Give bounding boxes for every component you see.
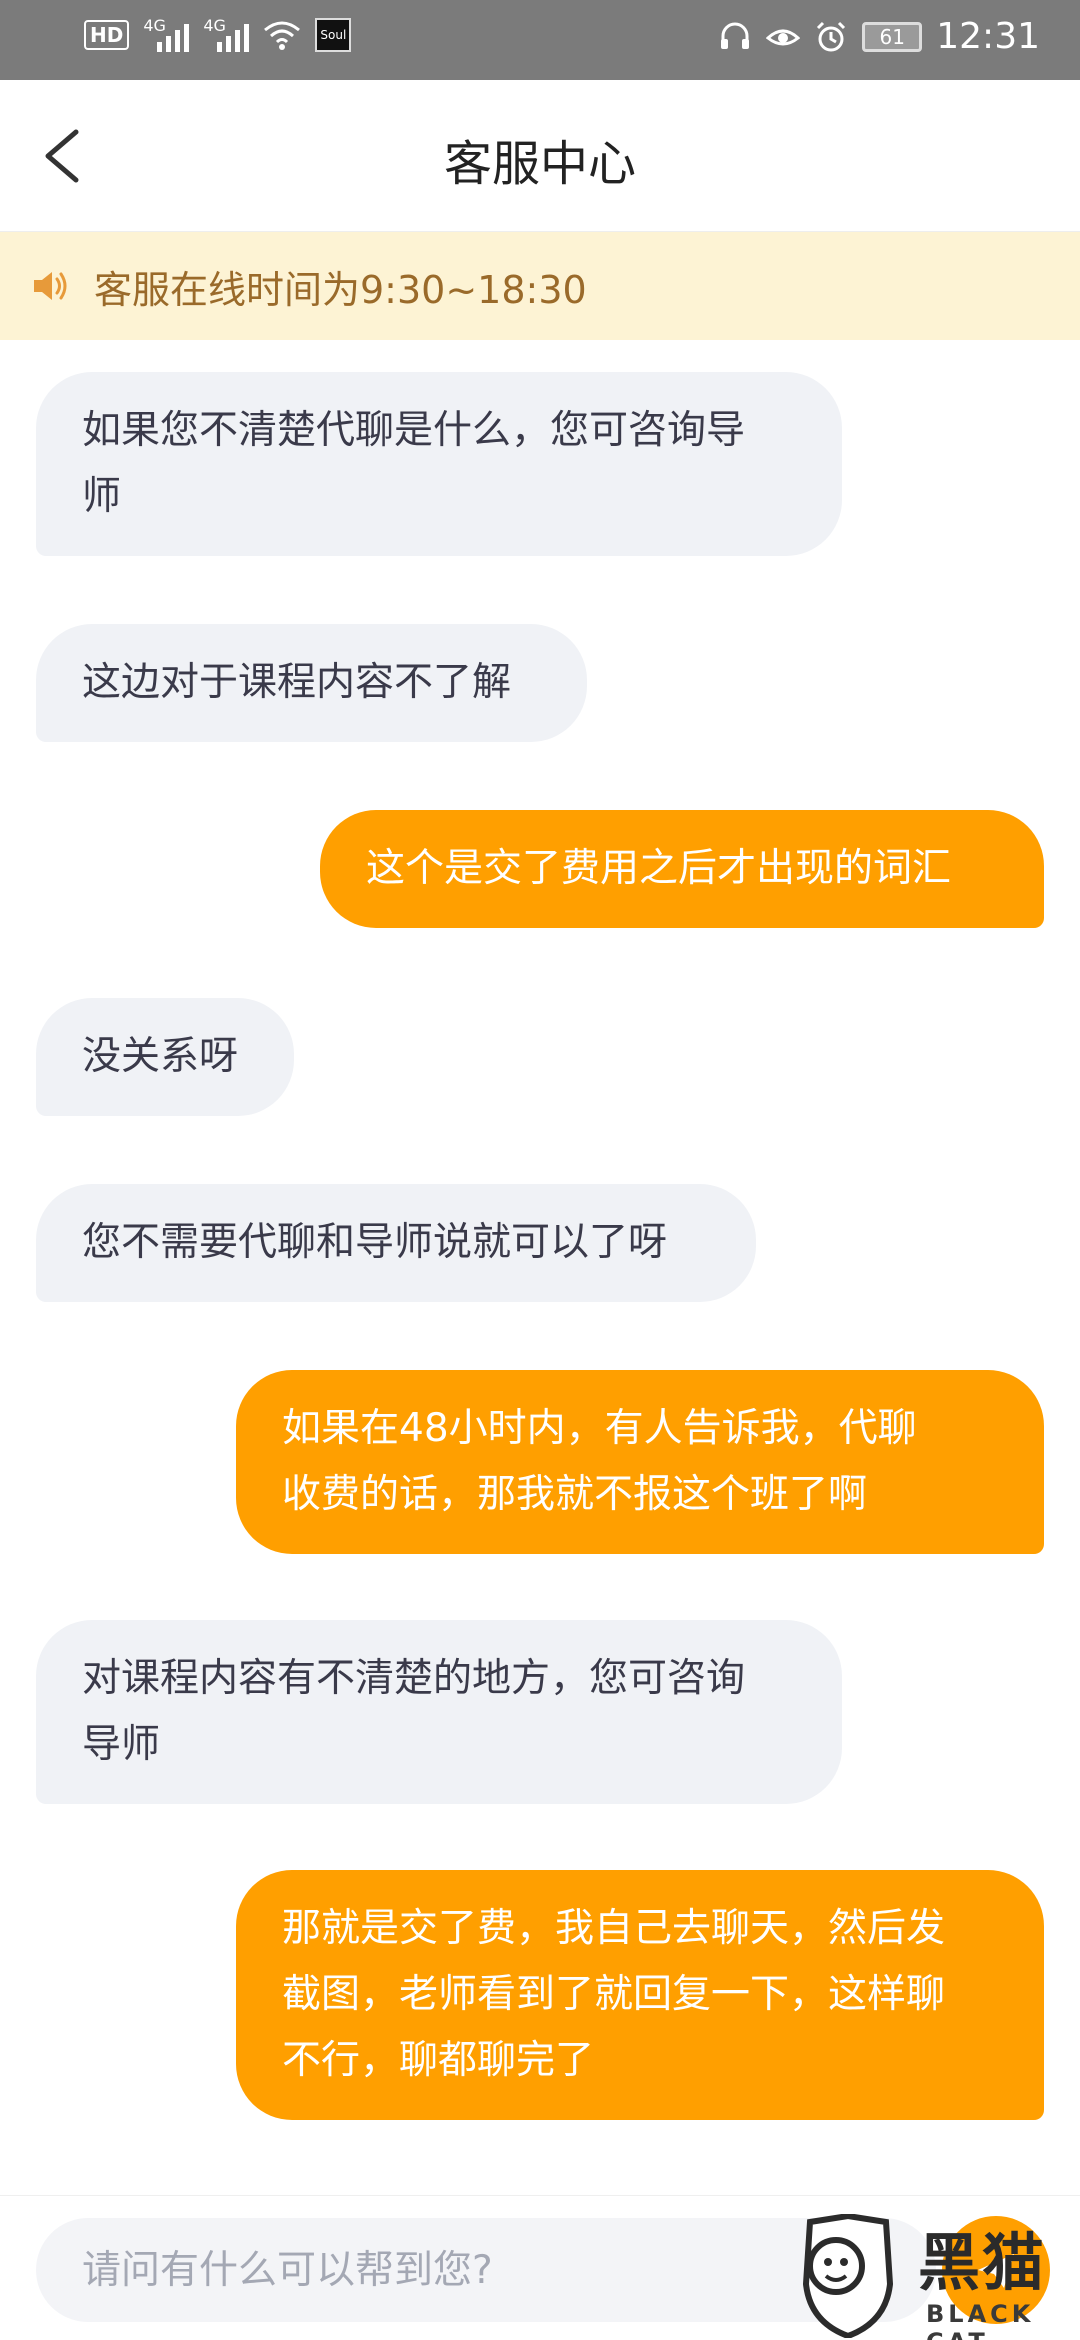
hd-badge: HD: [84, 20, 130, 50]
clock: 12:31: [936, 16, 1040, 57]
outgoing-message: 那就是交了费，我自己去聊天，然后发 截图，老师看到了就回复一下，这样聊 不行，聊…: [236, 1870, 1044, 2120]
status-bar: HD 4G 4G Soul 61 12:31: [0, 0, 1080, 80]
watermark-text: 黑猫: [918, 2226, 1047, 2299]
black-cat-logo-icon: [802, 2214, 894, 2338]
incoming-message: 您不需要代聊和导师说就可以了呀: [36, 1184, 756, 1302]
network-type-label: 4G: [143, 16, 166, 35]
alarm-icon: [817, 21, 846, 51]
app-header: 客服中心: [0, 80, 1080, 232]
signal-icon: 4G: [143, 16, 190, 52]
eye-icon: [766, 29, 801, 45]
black-cat-watermark: 黑猫 BLACK CAT: [790, 2212, 1080, 2340]
watermark-subtext: BLACK CAT: [926, 2300, 1035, 2340]
incoming-message: 这边对于课程内容不了解: [36, 624, 587, 742]
network-type-label-2: 4G: [203, 16, 226, 35]
status-bar-left: HD 4G 4G Soul: [84, 16, 352, 52]
status-bar-right: 61 12:31: [718, 16, 1040, 57]
outgoing-message: 如果在48小时内，有人告诉我，代聊 收费的话，那我就不报这个班了啊: [236, 1370, 1044, 1554]
soul-app-icon: Soul: [315, 18, 352, 52]
battery-indicator: 61: [862, 21, 923, 52]
speaker-icon: [34, 272, 67, 300]
page-title: 客服中心: [443, 136, 636, 192]
incoming-message: 如果您不清楚代聊是什么，您可咨询导 师: [36, 372, 842, 556]
outgoing-message: 这个是交了费用之后才出现的词汇: [320, 810, 1044, 928]
incoming-message: 对课程内容有不清楚的地方，您可咨询 导师: [36, 1620, 842, 1804]
headset-icon: [721, 22, 750, 49]
notice-text: 客服在线时间为9:30~18:30: [94, 267, 587, 312]
wifi-icon: [264, 21, 301, 50]
service-hours-notice: 客服在线时间为9:30~18:30: [0, 232, 1080, 340]
incoming-message: 没关系呀: [36, 998, 294, 1116]
signal-icon-2: 4G: [203, 16, 250, 52]
chat-message-list[interactable]: 如果您不清楚代聊是什么，您可咨询导 师 这边对于课程内容不了解 这个是交了费用之…: [0, 340, 1080, 2195]
